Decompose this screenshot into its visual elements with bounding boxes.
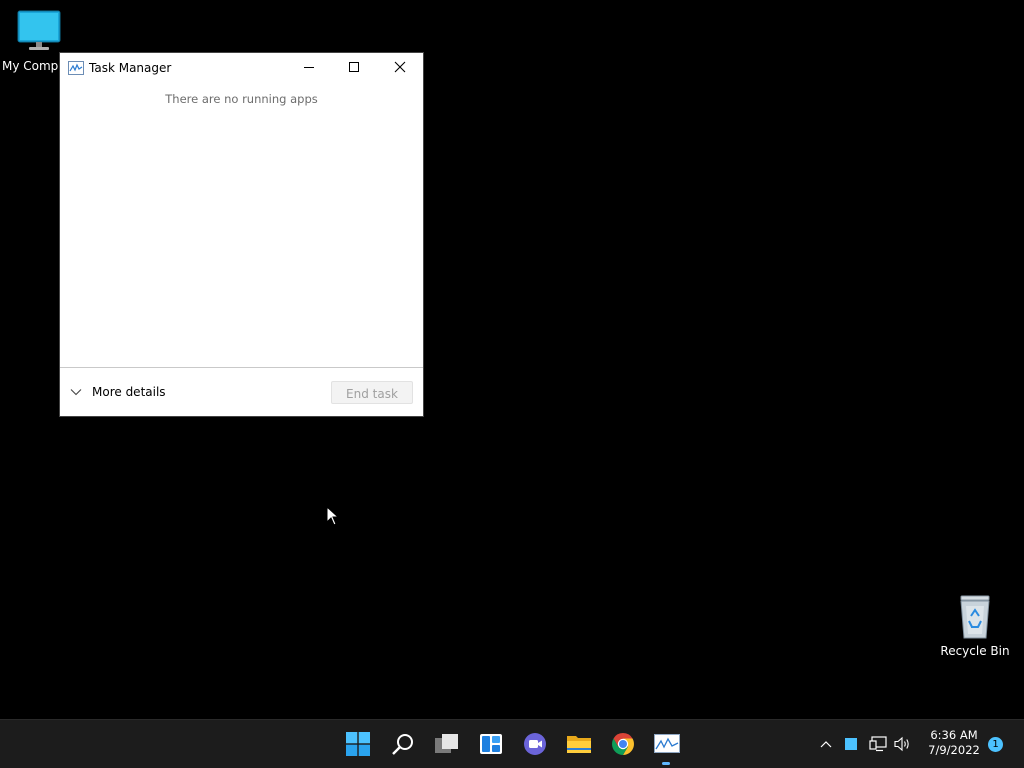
- search-icon: [392, 734, 413, 755]
- show-hidden-icons-button[interactable]: [816, 733, 836, 755]
- chat-button[interactable]: [517, 726, 553, 762]
- task-view-icon: [435, 734, 458, 753]
- file-explorer-icon: [567, 736, 591, 753]
- chevron-up-icon: [820, 741, 832, 748]
- clock[interactable]: 6:36 AM 7/9/2022: [920, 728, 988, 758]
- minimize-button[interactable]: [286, 53, 332, 83]
- more-details-label: More details: [92, 385, 166, 399]
- chevron-down-icon: [70, 389, 82, 396]
- title-bar[interactable]: Task Manager: [60, 53, 423, 83]
- tray-app-icon: [845, 738, 857, 750]
- task-manager-icon: [654, 734, 680, 753]
- notification-badge[interactable]: 1: [988, 737, 1003, 752]
- start-icon: [346, 732, 370, 756]
- search-button[interactable]: [385, 726, 421, 762]
- task-manager-icon: [68, 61, 84, 75]
- widgets-icon: [480, 734, 502, 754]
- task-manager-taskbar-button[interactable]: [649, 726, 685, 765]
- end-task-button[interactable]: End task: [331, 381, 413, 404]
- volume-button[interactable]: [892, 733, 914, 755]
- network-icon: [869, 736, 887, 752]
- tray-app-button[interactable]: [841, 733, 861, 755]
- window-footer: More details End task: [60, 367, 423, 416]
- close-icon: [394, 61, 406, 73]
- desktop-icon-recycle-bin[interactable]: Recycle Bin: [938, 594, 1012, 658]
- task-manager-window: Task Manager There are no running apps M…: [60, 53, 423, 416]
- desktop-icon-label: Recycle Bin: [940, 644, 1010, 658]
- window-title: Task Manager: [89, 61, 172, 75]
- clock-time: 6:36 AM: [930, 728, 978, 742]
- chat-icon: [524, 733, 546, 755]
- maximize-button[interactable]: [331, 53, 377, 83]
- clock-date: 7/9/2022: [928, 743, 980, 757]
- widgets-button[interactable]: [473, 726, 509, 762]
- start-button[interactable]: [340, 726, 376, 762]
- network-button[interactable]: [867, 733, 889, 755]
- volume-icon: [894, 736, 909, 752]
- chrome-button[interactable]: [605, 726, 641, 762]
- mouse-cursor-icon: [326, 506, 340, 526]
- more-details-button[interactable]: More details: [70, 382, 166, 402]
- task-view-button[interactable]: [429, 726, 465, 762]
- taskbar: 6:36 AM 7/9/2022 1: [0, 719, 1024, 768]
- close-button[interactable]: [377, 53, 423, 83]
- maximize-icon: [349, 62, 359, 72]
- file-explorer-button[interactable]: [561, 726, 597, 762]
- monitor-icon: [17, 10, 61, 50]
- minimize-icon: [304, 67, 314, 68]
- chrome-icon: [612, 733, 634, 755]
- empty-state-message: There are no running apps: [165, 92, 318, 106]
- recycle-bin-icon: [960, 595, 990, 639]
